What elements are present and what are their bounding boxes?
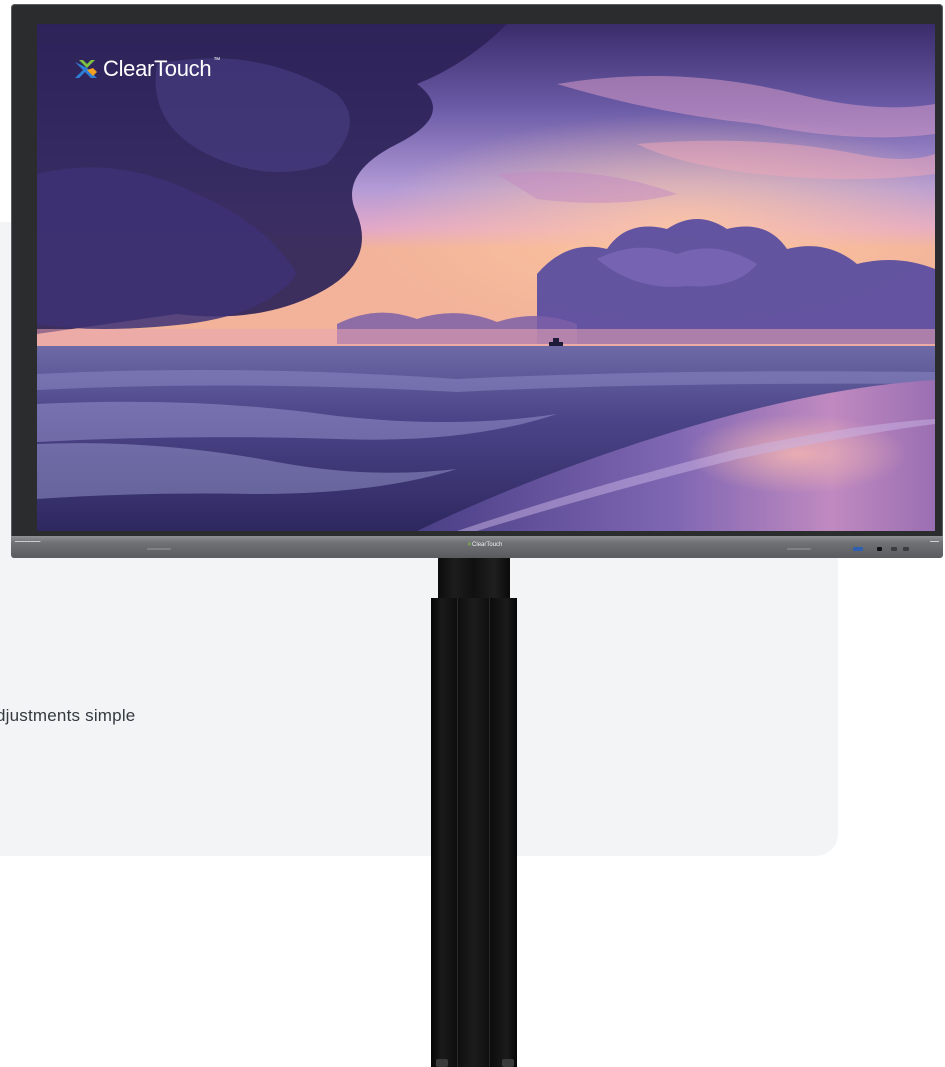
interactive-display: ClearTouch ™ — [11, 4, 943, 540]
brand-name: ClearTouch — [103, 56, 212, 81]
stand-column — [431, 598, 517, 1067]
feature-list-item: s — [0, 649, 1, 669]
input-port[interactable] — [903, 547, 909, 551]
sunset-beach-image — [37, 24, 935, 531]
product-page: s djustments simple — [0, 0, 945, 1067]
cleartouch-logo-icon — [75, 60, 97, 78]
usb-port[interactable] — [853, 547, 863, 551]
feature-list-item: djustments simple — [0, 706, 136, 725]
trademark-symbol: ™ — [213, 56, 221, 64]
input-port[interactable] — [891, 547, 897, 551]
display-screen: ClearTouch ™ — [37, 24, 935, 531]
power-button[interactable] — [877, 547, 882, 551]
bezel-model-label: ▬▬▬▬▬▬▬▬ — [15, 539, 41, 543]
bezel-logo: ✕ClearTouch — [467, 542, 503, 548]
stand-foot — [502, 1059, 514, 1067]
speaker-slot — [147, 548, 171, 550]
brand-logo: ClearTouch ™ — [73, 56, 222, 82]
bezel-serial-label: ▬▬▬ — [930, 539, 939, 543]
stand-foot — [436, 1059, 448, 1067]
display-bezel: ▬▬▬▬▬▬▬▬ ✕ClearTouch ▬▬▬ — [11, 536, 943, 558]
speaker-slot — [787, 548, 811, 550]
